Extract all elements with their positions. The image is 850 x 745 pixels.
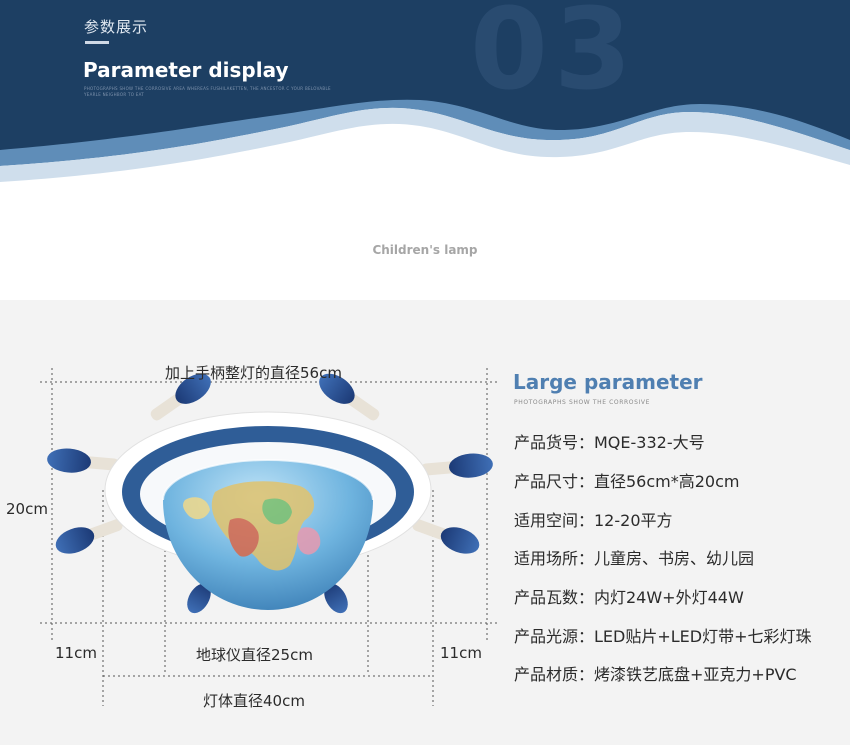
param-row-material: 产品材质：烤漆铁艺底盘+亚克力+PVC [514, 665, 797, 684]
param-row-places: 适用场所：儿童房、书房、幼儿园 [514, 549, 755, 568]
param-row-wattage: 产品瓦数：内灯24W+外灯44W [514, 588, 744, 607]
handle-diameter-label: 加上手柄整灯的直径56cm [165, 364, 342, 382]
param-row-model: 产品货号：MQE-332-大号 [514, 433, 705, 452]
params-title: Large parameter [513, 370, 703, 394]
side-right-label: 11cm [440, 644, 482, 662]
body-diameter-label: 灯体直径40cm [203, 692, 305, 710]
height-label: 20cm [6, 500, 48, 518]
globe-diameter-label: 地球仪直径25cm [196, 646, 313, 664]
param-row-space: 适用空间：12-20平方 [514, 511, 673, 530]
params-subtitle: PHOTOGRAPHS SHOW THE CORROSIVE [514, 399, 650, 406]
side-left-label: 11cm [55, 644, 97, 662]
param-row-size: 产品尺寸：直径56cm*高20cm [514, 472, 740, 491]
param-row-light-source: 产品光源：LED贴片+LED灯带+七彩灯珠 [514, 627, 812, 646]
